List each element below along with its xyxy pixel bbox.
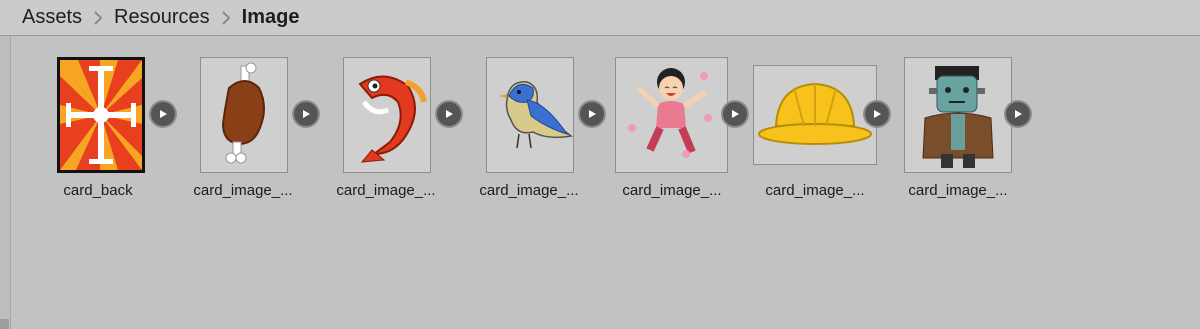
expand-arrow-button[interactable] — [723, 102, 747, 126]
red-fish-icon — [343, 57, 431, 173]
play-triangle-icon — [1015, 110, 1022, 118]
blue-bird-icon — [486, 57, 574, 173]
chevron-right-icon — [221, 10, 231, 25]
expand-arrow-button[interactable] — [437, 102, 461, 126]
asset-label: card_back — [63, 182, 133, 199]
happy-girl-icon — [615, 57, 728, 173]
asset-label: card_image_... — [765, 182, 865, 199]
meat-icon — [200, 57, 288, 173]
play-triangle-icon — [446, 110, 453, 118]
yellow-hat-icon — [753, 65, 877, 165]
asset-item-card-image-1[interactable]: card_image_... — [183, 56, 326, 206]
asset-item-card-image-3[interactable]: card_image_... — [469, 56, 612, 206]
expand-arrow-button[interactable] — [580, 102, 604, 126]
play-triangle-icon — [303, 110, 310, 118]
play-triangle-icon — [732, 110, 739, 118]
asset-label: card_image_... — [336, 182, 436, 199]
asset-item-card-image-4[interactable]: card_image_... — [612, 56, 755, 206]
play-triangle-icon — [160, 110, 167, 118]
asset-item-card-back[interactable]: card_back — [40, 56, 183, 206]
asset-item-card-image-5[interactable]: card_image_... — [753, 56, 898, 206]
expand-arrow-button[interactable] — [151, 102, 175, 126]
asset-label: card_image_... — [479, 182, 579, 199]
breadcrumb-image[interactable]: Image — [242, 6, 300, 29]
card-back-cross-icon — [57, 57, 145, 173]
breadcrumb-resources[interactable]: Resources — [114, 6, 210, 29]
asset-item-card-image-2[interactable]: card_image_... — [326, 56, 469, 206]
panel-left-edge — [0, 36, 11, 329]
expand-arrow-button[interactable] — [1006, 102, 1030, 126]
frankenstein-icon — [904, 57, 1012, 173]
chevron-right-icon — [93, 10, 103, 25]
asset-item-card-image-6[interactable]: card_image_... — [898, 56, 1041, 206]
expand-arrow-button[interactable] — [294, 102, 318, 126]
asset-label: card_image_... — [193, 182, 293, 199]
asset-label: card_image_... — [908, 182, 1008, 199]
breadcrumb: Assets Resources Image — [0, 0, 1200, 36]
play-triangle-icon — [874, 110, 881, 118]
expand-arrow-button[interactable] — [865, 102, 889, 126]
play-triangle-icon — [589, 110, 596, 118]
asset-label: card_image_... — [622, 182, 722, 199]
breadcrumb-assets[interactable]: Assets — [22, 6, 82, 29]
